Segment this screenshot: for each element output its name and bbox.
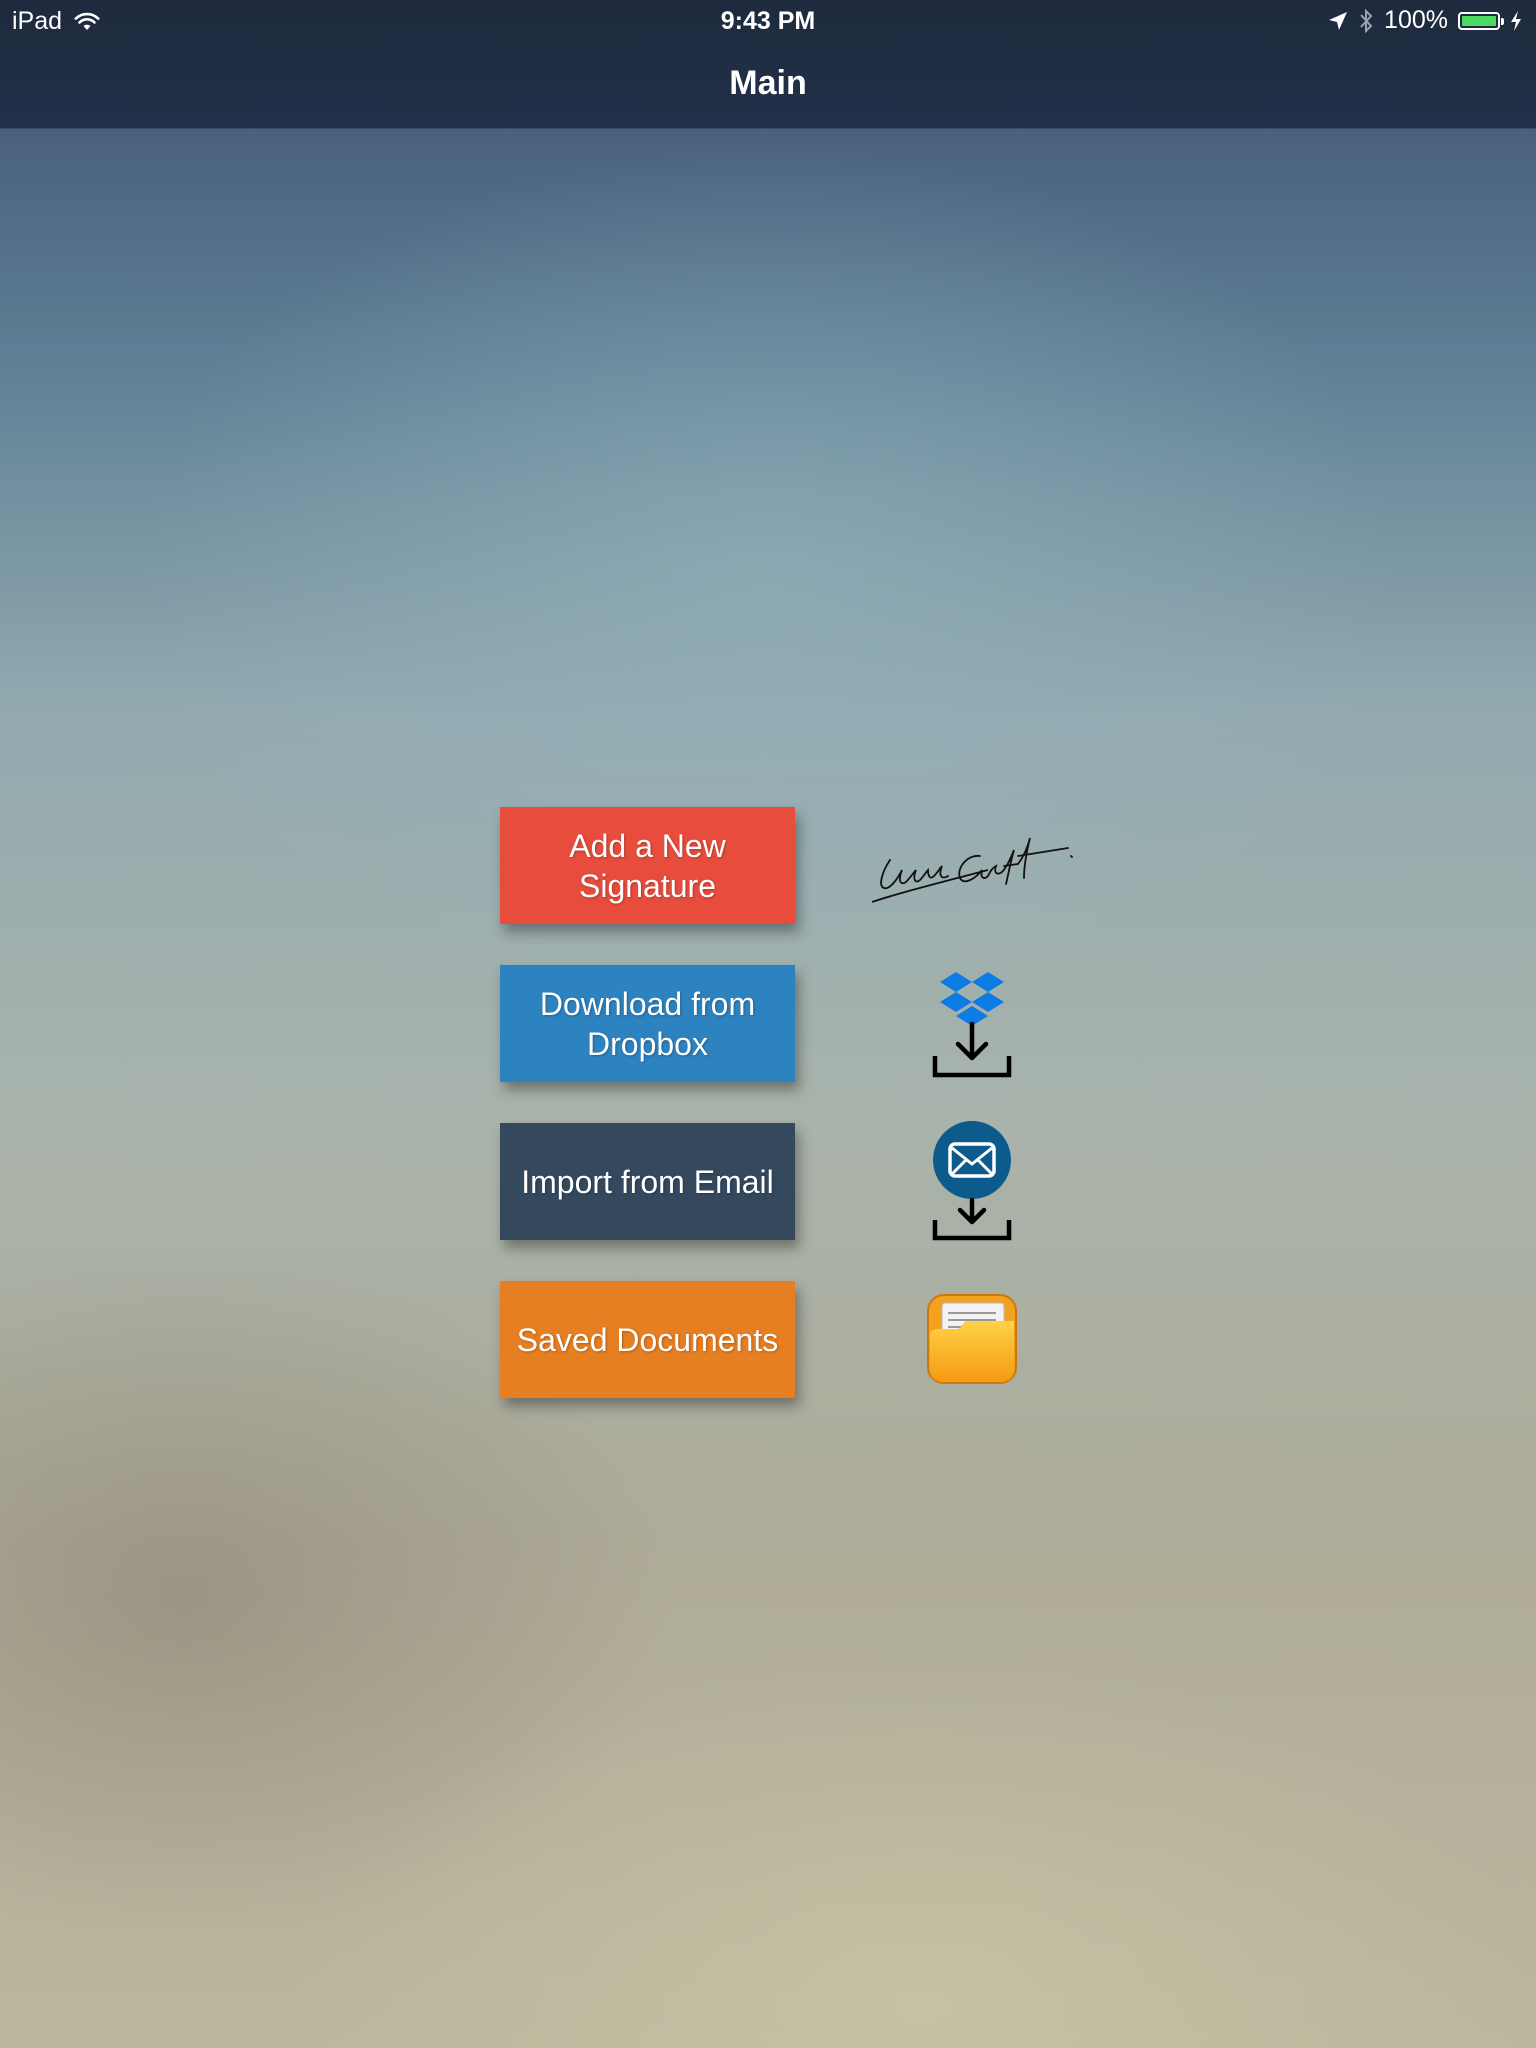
battery-icon <box>1458 11 1504 30</box>
folder-icon[interactable] <box>926 1293 1018 1385</box>
location-arrow-icon <box>1329 11 1348 30</box>
dropbox-download-icon[interactable] <box>932 968 1012 1080</box>
battery-fill <box>1462 15 1496 26</box>
saved-documents-button[interactable]: Saved Documents <box>500 1281 795 1398</box>
page-title: Main <box>729 64 807 102</box>
status-time: 9:43 PM <box>720 7 816 35</box>
signature-icon[interactable] <box>868 820 1074 906</box>
charging-bolt-icon <box>1511 10 1521 31</box>
status-right: 100% <box>1328 6 1522 35</box>
bluetooth-icon <box>1360 8 1373 33</box>
import-email-button[interactable]: Import from Email <box>500 1123 795 1240</box>
add-signature-button[interactable]: Add a New Signature <box>500 807 795 924</box>
battery-percent: 100% <box>1384 6 1448 34</box>
status-bar: iPad 9:43 PM 100% <box>0 0 1536 40</box>
download-dropbox-button[interactable]: Download from Dropbox <box>500 965 795 1082</box>
email-import-icon[interactable] <box>928 1120 1016 1244</box>
navigation-bar: iPad 9:43 PM 100% Main <box>0 0 1536 129</box>
